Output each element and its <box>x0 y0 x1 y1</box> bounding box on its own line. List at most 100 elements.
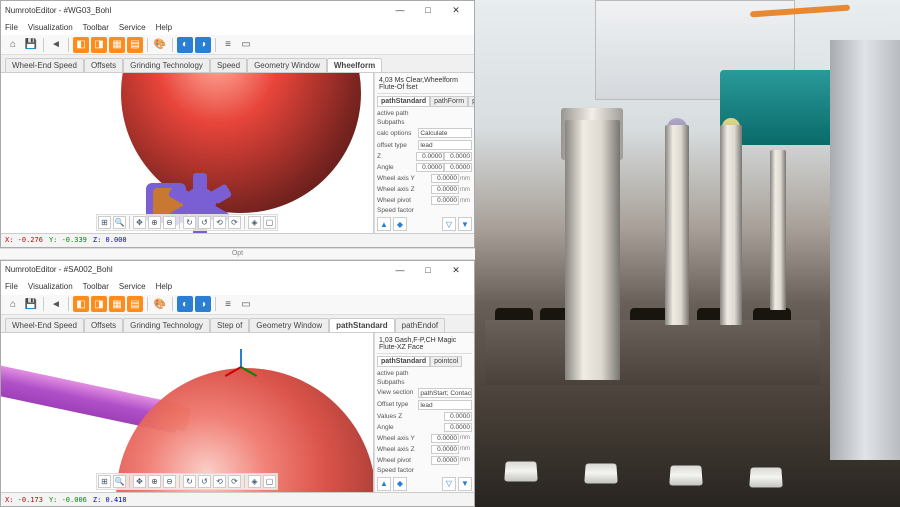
toolbar-home-icon[interactable]: ⌂ <box>5 296 21 312</box>
panel-ic-2[interactable]: ◆ <box>393 217 407 231</box>
panel-tab-pathstandard[interactable]: pathStandard <box>377 356 430 367</box>
vp-rot4-icon[interactable]: ⟳ <box>228 475 241 488</box>
toolbar-view2-icon[interactable]: ◑ <box>195 37 211 53</box>
window-close-button[interactable]: ✕ <box>442 2 470 18</box>
toolbar-back-icon[interactable]: ◄ <box>48 296 64 312</box>
input-wheel-z[interactable]: 0.0000 <box>431 445 459 454</box>
toolbar-view2-icon[interactable]: ◑ <box>195 296 211 312</box>
window-minimize-button[interactable]: — <box>386 262 414 278</box>
toolbar-extra2-icon[interactable]: ▭ <box>238 296 254 312</box>
panel-ic-1[interactable]: ▲ <box>377 477 391 491</box>
toolbar-extra2-icon[interactable]: ▭ <box>238 37 254 53</box>
menu-visualization[interactable]: Visualization <box>28 23 73 32</box>
vp-zoom-out-icon[interactable]: ⊖ <box>163 216 176 229</box>
window-minimize-button[interactable]: — <box>386 2 414 18</box>
toolbar-op4-icon[interactable]: ▤ <box>127 37 143 53</box>
vp-front-icon[interactable]: ▢ <box>263 216 276 229</box>
window-close-button[interactable]: ✕ <box>442 262 470 278</box>
toolbar-op3-icon[interactable]: ▦ <box>109 37 125 53</box>
input-angle-left[interactable]: 0.0000 <box>416 163 444 172</box>
toolbar-op3-icon[interactable]: ▦ <box>109 296 125 312</box>
tab-geometry-window[interactable]: Geometry Window <box>247 58 327 72</box>
vp-rot3-icon[interactable]: ⟲ <box>213 216 226 229</box>
toolbar-home-icon[interactable]: ⌂ <box>5 37 21 53</box>
select-offset-type[interactable]: lead <box>418 140 472 150</box>
toolbar-extra1-icon[interactable]: ≡ <box>220 296 236 312</box>
menu-service[interactable]: Service <box>119 282 146 291</box>
toolbar-view1-icon[interactable]: ◐ <box>177 37 193 53</box>
panel-tab-pointcol[interactable]: pointcol <box>468 96 474 107</box>
input-wheel-y[interactable]: 0.0000 <box>431 174 459 183</box>
vp-zoom-in-icon[interactable]: ⊕ <box>148 475 161 488</box>
vp-pan-icon[interactable]: ✥ <box>133 216 146 229</box>
panel-ic-1[interactable]: ▲ <box>377 217 391 231</box>
menu-service[interactable]: Service <box>119 23 146 32</box>
tab-grinding-tech[interactable]: Grinding Technology <box>123 318 210 332</box>
panel-ic-4[interactable]: ▼ <box>458 217 472 231</box>
toolbar-op1-icon[interactable]: ◧ <box>73 296 89 312</box>
vp-rot2-icon[interactable]: ↺ <box>198 475 211 488</box>
menu-toolbar[interactable]: Toolbar <box>83 23 109 32</box>
tab-pathendof[interactable]: pathEndof <box>395 318 445 332</box>
window-maximize-button[interactable]: □ <box>414 2 442 18</box>
vp-rot3-icon[interactable]: ⟲ <box>213 475 226 488</box>
menu-file[interactable]: File <box>5 282 18 291</box>
menu-file[interactable]: File <box>5 23 18 32</box>
panel-tab-pathstandard[interactable]: pathStandard <box>377 96 430 107</box>
toolbar-save-icon[interactable]: 💾 <box>23 37 39 53</box>
toolbar-back-icon[interactable]: ◄ <box>48 37 64 53</box>
tab-wheelform[interactable]: Wheelform <box>327 58 382 72</box>
input-angle-right[interactable]: 0.0000 <box>444 163 472 172</box>
toolbar-save-icon[interactable]: 💾 <box>23 296 39 312</box>
select-view-section[interactable]: pathStart; Contact No. <box>418 388 472 398</box>
select-offset-type[interactable]: lead <box>418 400 472 410</box>
vp-fit-icon[interactable]: ⊞ <box>98 216 111 229</box>
input-values-z[interactable]: 0.0000 <box>444 412 472 421</box>
vp-iso-icon[interactable]: ◈ <box>248 216 261 229</box>
toolbar-view1-icon[interactable]: ◐ <box>177 296 193 312</box>
panel-ic-3[interactable]: ▽ <box>442 477 456 491</box>
toolbar-color-icon[interactable]: 🎨 <box>152 296 168 312</box>
tab-wheelend-speed[interactable]: Wheel-End Speed <box>5 318 84 332</box>
input-z-left[interactable]: 0.0000 <box>416 152 444 161</box>
menu-help[interactable]: Help <box>156 23 172 32</box>
panel-ic-3[interactable]: ▽ <box>442 217 456 231</box>
panel-tab-pointcol[interactable]: pointcol <box>430 356 462 367</box>
toolbar-color-icon[interactable]: 🎨 <box>152 37 168 53</box>
tab-offsets[interactable]: Offsets <box>84 58 123 72</box>
tab-pathstandard[interactable]: pathStandard <box>329 318 395 332</box>
input-z-right[interactable]: 0.0000 <box>444 152 472 161</box>
select-calc-options[interactable]: Calculate <box>418 128 472 138</box>
vp-rot2-icon[interactable]: ↺ <box>198 216 211 229</box>
input-wheel-pivot[interactable]: 0.0000 <box>431 456 459 465</box>
toolbar-op1-icon[interactable]: ◧ <box>73 37 89 53</box>
3d-viewport[interactable]: ⊞ 🔍 ✥ ⊕ ⊖ ↻ ↺ ⟲ ⟳ ◈ ▢ <box>1 333 374 493</box>
input-wheel-pivot[interactable]: 0.0000 <box>431 196 459 205</box>
vp-pan-icon[interactable]: ✥ <box>133 475 146 488</box>
tab-offsets[interactable]: Offsets <box>84 318 123 332</box>
vp-rot1-icon[interactable]: ↻ <box>183 216 196 229</box>
tab-wheelend-speed[interactable]: Wheel-End Speed <box>5 58 84 72</box>
vp-zoom-in-icon[interactable]: ⊕ <box>148 216 161 229</box>
vp-zoom-out-icon[interactable]: ⊖ <box>163 475 176 488</box>
tab-speed[interactable]: Speed <box>210 58 247 72</box>
vp-fit-icon[interactable]: ⊞ <box>98 475 111 488</box>
toolbar-op2-icon[interactable]: ◨ <box>91 296 107 312</box>
toolbar-op2-icon[interactable]: ◨ <box>91 37 107 53</box>
vp-iso-icon[interactable]: ◈ <box>248 475 261 488</box>
input-wheel-y[interactable]: 0.0000 <box>431 434 459 443</box>
vp-rot4-icon[interactable]: ⟳ <box>228 216 241 229</box>
input-wheel-z[interactable]: 0.0000 <box>431 185 459 194</box>
panel-ic-4[interactable]: ▼ <box>458 477 472 491</box>
tab-grinding-tech[interactable]: Grinding Technology <box>123 58 210 72</box>
window-maximize-button[interactable]: □ <box>414 262 442 278</box>
vp-zoom-icon[interactable]: 🔍 <box>113 216 126 229</box>
menu-help[interactable]: Help <box>156 282 172 291</box>
vp-zoom-icon[interactable]: 🔍 <box>113 475 126 488</box>
vp-front-icon[interactable]: ▢ <box>263 475 276 488</box>
menu-visualization[interactable]: Visualization <box>28 282 73 291</box>
tab-step-of[interactable]: Step of <box>210 318 249 332</box>
vp-rot1-icon[interactable]: ↻ <box>183 475 196 488</box>
input-angle[interactable]: 0.0000 <box>444 423 472 432</box>
menu-toolbar[interactable]: Toolbar <box>83 282 109 291</box>
